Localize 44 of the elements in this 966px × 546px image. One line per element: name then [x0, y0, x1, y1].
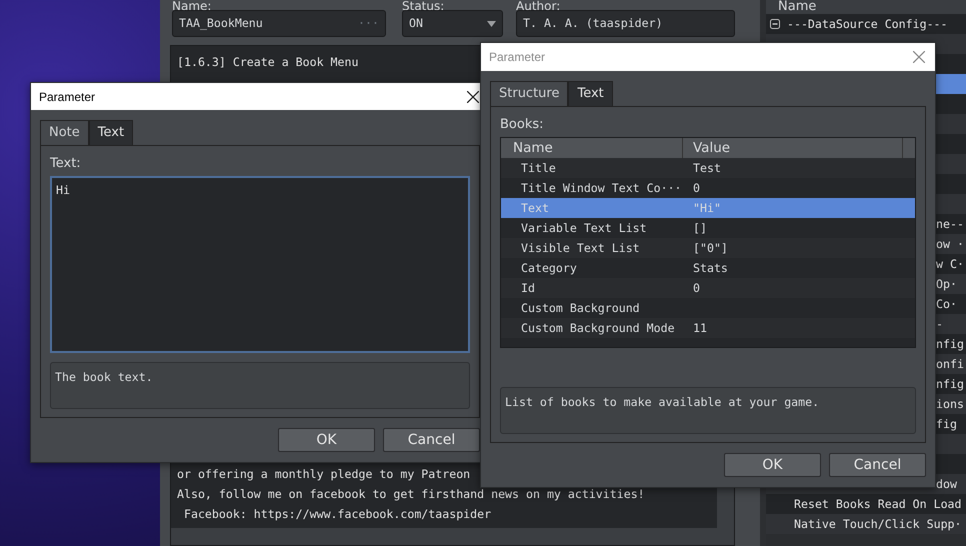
table-row[interactable]: Variable Text List []: [501, 218, 915, 238]
ok-button[interactable]: OK: [724, 453, 821, 477]
tab[interactable]: Text: [568, 81, 613, 106]
list-row[interactable]: ---DataSource Config---: [766, 14, 966, 34]
field-value: TAA_BookMenu: [179, 14, 263, 32]
horizontal-scrollbar[interactable]: [171, 528, 734, 545]
collapse-icon[interactable]: [770, 17, 780, 31]
table-row[interactable]: Category Stats: [501, 258, 915, 278]
author-field[interactable]: T. A. A. (taaspider): [516, 10, 735, 37]
note-text: Also, follow me on facebook to get firsthand news on my activities!: [176, 486, 645, 503]
description-box: List of books to make available at your game.: [500, 387, 916, 434]
status-dropdown[interactable]: ON: [402, 10, 503, 37]
note-text: [1.6.3] Create a Book Menu: [177, 54, 358, 71]
window-title: Parameter: [39, 88, 96, 106]
text-input-area[interactable]: Hi: [50, 176, 470, 353]
description-box: The book text.: [50, 362, 470, 409]
list-row[interactable]: Native Touch/Click Supp·: [766, 514, 966, 534]
tab[interactable]: Note: [40, 120, 89, 145]
ok-button[interactable]: OK: [278, 428, 375, 452]
property-table[interactable]: Name Value Title Test Title Window Text Co··· 0 Text "Hi" Variable Text List [] Visible Text List ["0"] Category Stats Id 0 Custom Background Custom Background Mode 11: [500, 137, 916, 348]
note-text: Facebook: https://www.facebook.com/taaspider: [182, 506, 492, 523]
tab[interactable]: Text: [88, 120, 134, 145]
field-label: Status:: [402, 0, 444, 10]
note-text: or offering a monthly pledge to my Patreon: [176, 466, 472, 483]
close-icon[interactable]: [467, 90, 479, 102]
cancel-button[interactable]: Cancel: [829, 453, 926, 477]
window-title: Parameter: [489, 49, 546, 66]
field-label: Author:: [516, 0, 560, 10]
table-row[interactable]: Visible Text List ["0"]: [501, 238, 915, 258]
field-label: Text:: [50, 156, 81, 172]
caret-icon: [487, 20, 496, 26]
field-label: Books:: [500, 117, 544, 133]
table-row[interactable]: Title Test: [501, 158, 915, 178]
dropdown-value: ON: [409, 14, 423, 32]
table-row[interactable]: Title Window Text Co··· 0: [501, 178, 915, 198]
list-row[interactable]: Reset Books Read On Load: [766, 494, 966, 514]
column-header: Name: [766, 0, 966, 14]
field-label: Name:: [172, 0, 212, 10]
cancel-button[interactable]: Cancel: [383, 428, 480, 452]
name-field[interactable]: TAA_BookMenu ···: [172, 10, 386, 37]
table-row[interactable]: Custom Background Mode 11: [501, 318, 915, 338]
table-row[interactable]: Custom Background: [501, 298, 915, 318]
tab[interactable]: Structure: [490, 81, 568, 106]
table-row[interactable]: Id 0: [501, 278, 915, 298]
